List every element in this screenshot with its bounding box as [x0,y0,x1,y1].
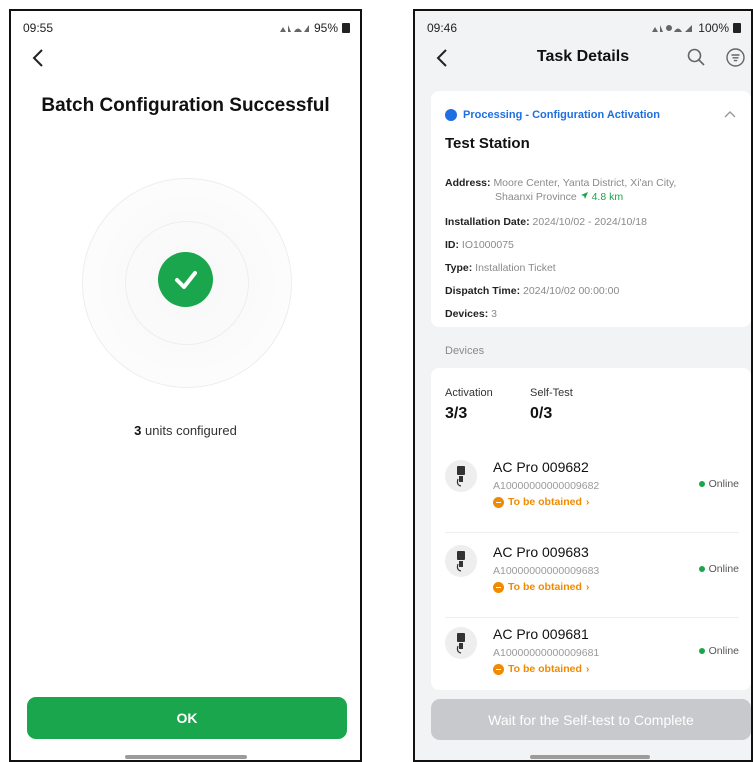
success-check-icon [158,252,213,307]
device-item[interactable]: AC Pro 009682 A10000000000009682 To be o… [431,454,751,534]
address-line2: Shaanxi Province [495,191,577,203]
charger-icon [445,627,477,659]
device-serial: A10000000000009682 [493,480,600,492]
id-value: IO1000075 [461,239,514,251]
pending-icon [493,496,504,508]
device-item[interactable]: AC Pro 009681 A10000000000009681 To be o… [431,621,751,701]
address-line1: Moore Center, Yanta District, Xi'an City… [493,177,677,189]
address-row: Address: Moore Center, Yanta District, X… [445,177,676,189]
devices-section-label: Devices [445,345,485,357]
installation-date-label: Installation Date: [445,216,530,228]
back-chevron-icon[interactable] [31,48,45,68]
status-time: 09:46 [427,21,458,35]
station-name: Test Station [445,135,530,152]
wait-self-test-button: Wait for the Self-test to Complete [431,699,751,740]
device-serial: A10000000000009683 [493,565,600,577]
battery-text: 100% [698,21,729,35]
device-name: AC Pro 009682 [493,459,589,475]
filter-icon[interactable] [726,48,745,67]
activation-value: 3/3 [445,405,468,422]
address-label: Address: [445,177,491,189]
online-text: Online [708,563,739,575]
page-title: Batch Configuration Successful [41,95,330,116]
signal-icon [279,24,309,32]
device-item[interactable]: AC Pro 009683 A10000000000009683 To be o… [431,539,751,619]
id-label: ID: [445,239,459,251]
device-name: AC Pro 009683 [493,544,589,560]
to-be-obtained-link[interactable]: To be obtained › [493,663,589,675]
battery-icon [733,23,741,33]
activation-label: Activation [445,387,493,399]
address-row-2: Shaanxi Province 4.8 km [495,191,623,203]
search-icon[interactable] [686,47,706,67]
installation-date-value: 2024/10/02 - 2024/10/18 [532,216,647,228]
units-label: units configured [141,423,237,438]
device-serial: A10000000000009681 [493,647,600,659]
battery-text: 95% [313,21,338,35]
online-status: Online [698,563,739,575]
online-status: Online [698,645,739,657]
home-indicator [530,755,650,759]
status-bar: 09:46 100% [427,21,741,39]
task-details-screen: 09:46 100% Task Details Processing - Con… [413,9,753,762]
charger-icon [445,545,477,577]
distance-link[interactable]: 4.8 km [580,191,623,203]
online-text: Online [708,478,739,490]
installation-date-row: Installation Date: 2024/10/02 - 2024/10/… [445,216,647,228]
self-test-label: Self-Test [530,387,573,399]
battery-icon [342,23,350,33]
dispatch-time-label: Dispatch Time: [445,285,521,297]
devices-count-label: Devices: [445,308,489,320]
pending-icon [493,581,504,593]
chevron-right-icon: › [585,663,590,675]
status-bar: 09:55 95% [23,21,350,39]
devices-count-row: Devices: 3 [445,308,497,320]
chevron-up-icon[interactable] [723,108,737,120]
dispatch-time-value: 2024/10/02 00:00:00 [523,285,620,297]
online-status: Online [698,478,739,490]
devices-count-value: 3 [491,308,497,320]
device-name: AC Pro 009681 [493,626,589,642]
divider [445,617,739,618]
device-state: To be obtained [508,496,582,508]
online-dot-icon [698,566,705,572]
home-indicator [125,755,247,759]
type-value: Installation Ticket [475,262,556,274]
online-text: Online [708,645,739,657]
device-state: To be obtained [508,663,582,675]
task-status: Processing - Configuration Activation [445,109,660,121]
task-status-text: Processing - Configuration Activation [463,109,660,121]
type-label: Type: [445,262,473,274]
to-be-obtained-link[interactable]: To be obtained › [493,581,589,593]
device-state: To be obtained [508,581,582,593]
chevron-right-icon: › [585,496,590,508]
online-dot-icon [698,648,705,654]
pending-icon [493,663,504,675]
success-screen: 09:55 95% Batch Configuration Successful… [9,9,362,762]
devices-card: Activation 3/3 Self-Test 0/3 AC Pro 0096… [431,368,751,690]
charger-icon [445,460,477,492]
processing-icon [445,109,457,121]
dispatch-time-row: Dispatch Time: 2024/10/02 00:00:00 [445,285,619,297]
type-row: Type: Installation Ticket [445,262,556,274]
online-dot-icon [698,481,705,487]
ok-button[interactable]: OK [27,697,347,739]
navigation-arrow-icon [580,192,588,199]
self-test-value: 0/3 [530,405,553,422]
id-row: ID: IO1000075 [445,239,514,251]
to-be-obtained-link[interactable]: To be obtained › [493,496,589,508]
signal-icon [652,24,693,32]
units-configured-text: 3 units configured [11,423,360,438]
divider [445,532,739,533]
task-info-card: Processing - Configuration Activation Te… [431,91,751,327]
status-time: 09:55 [23,21,54,35]
distance-value: 4.8 km [591,191,624,203]
chevron-right-icon: › [585,581,590,593]
